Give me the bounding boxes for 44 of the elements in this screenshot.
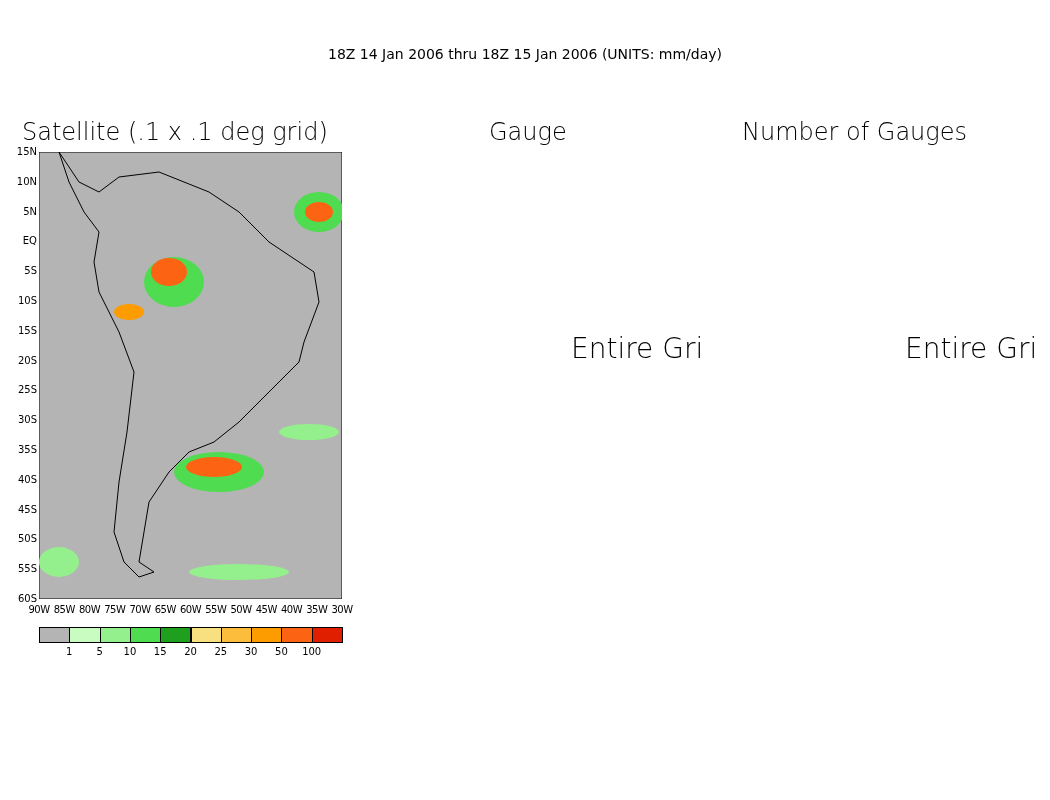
longitude-label: 85W [53, 605, 75, 615]
longitude-label: 40W [280, 605, 303, 615]
latitude-label: 40S [17, 474, 37, 485]
longitude-label: 75W [104, 605, 126, 615]
latitude-label: 15N [16, 147, 37, 157]
colorbar-label: 30 [244, 647, 258, 657]
latitude-label: 45S [17, 504, 37, 515]
longitude-label: 70W [129, 605, 151, 615]
longitude-label: 50W [230, 605, 252, 615]
colorbar-label: 20 [184, 647, 197, 657]
latitude-label: 20S [17, 355, 37, 366]
latitude-label: 25S [17, 385, 37, 396]
longitude-label: 60W [179, 605, 202, 615]
latitude-label: EQ [22, 236, 37, 247]
colorbar-label: 25 [214, 647, 228, 657]
longitude-label: 80W [78, 605, 101, 615]
longitude-label: 35W [306, 605, 328, 615]
no-data-message: Entire Gri [905, 331, 1038, 367]
colorbar-label: 1 [66, 647, 73, 657]
longitude-label: 30W [331, 605, 353, 615]
colorbar-label: 15 [153, 647, 167, 657]
longitude-label: 90W [28, 605, 50, 615]
latitude-label: 30S [17, 415, 37, 426]
colorbar-label: 10 [123, 647, 137, 657]
longitude-label: 55W [205, 605, 227, 615]
latitude-label: 5S [24, 266, 37, 277]
colorbar-label: 5 [96, 647, 103, 657]
panel-heading: Satellite (.1 x .1 deg grid) [22, 117, 328, 147]
longitude-label: 45W [255, 605, 277, 615]
panel-heading: Gauge [489, 117, 567, 148]
no-data-message: Entire Gri [571, 331, 704, 367]
latitude-label: 35S [17, 445, 37, 455]
latitude-label: 5N [23, 206, 37, 217]
colorbar-label: 50 [275, 647, 288, 657]
plot-title: 18Z 14 Jan 2006 thru 18Z 15 Jan 2006 (UNITS: mm/day) [328, 45, 722, 64]
latitude-label: 60S [17, 594, 37, 604]
latitude-label: 50S [17, 534, 37, 545]
panel-heading: Number of Gauges [742, 117, 967, 148]
latitude-label: 10S [17, 296, 37, 306]
latitude-label: 10N [16, 176, 37, 187]
latitude-label: 55S [17, 564, 37, 575]
colorbar-label: 100 [302, 647, 322, 657]
longitude-label: 65W [154, 605, 176, 615]
latitude-label: 15S [17, 325, 37, 336]
